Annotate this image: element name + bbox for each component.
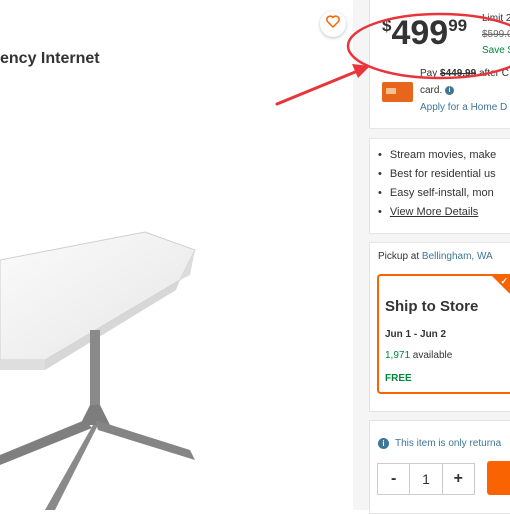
panel-divider (353, 0, 369, 510)
credit-offer-prefix: Pay (420, 68, 441, 79)
price-card: $49999 Limit 2 $599.0 Save $ Pay $449.99… (369, 0, 510, 129)
available-count: 1,971 (385, 350, 411, 361)
credit-card-text: card. i (420, 85, 455, 96)
pickup-location: Pickup at Bellingham, WA (378, 251, 493, 262)
price: $49999 (382, 14, 467, 53)
return-policy-text: This item is only returna (395, 438, 502, 450)
price-cents: 99 (448, 16, 468, 35)
info-icon[interactable]: i (445, 85, 455, 95)
was-price: $599.0 (482, 29, 510, 40)
price-currency: $ (382, 16, 392, 35)
delivery-dates: Jun 1 - Jun 2 (385, 329, 447, 340)
quantity-stepper: - 1 + (377, 463, 475, 495)
ship-to-store-title: Ship to Store (385, 298, 479, 315)
buy-box: $49999 Limit 2 $599.0 Save $ Pay $449.99… (369, 0, 510, 514)
highlight-item: Best for residential us (378, 168, 496, 187)
highlight-text: Easy self-install, mon (389, 187, 494, 199)
highlights-list: Stream movies, make Best for residential… (378, 149, 496, 225)
limit-text: Limit 2 (482, 13, 510, 24)
heart-icon (326, 15, 340, 33)
highlight-text: Best for residential us (389, 168, 496, 180)
ship-to-store-option[interactable]: ✓ Ship to Store Jun 1 - Jun 2 1,971 avai… (377, 274, 510, 394)
store-link[interactable]: Bellingham, WA (422, 251, 493, 262)
credit-offer: Pay $449.99 after C (420, 68, 509, 79)
credit-card-icon (382, 82, 413, 102)
view-more-details-link[interactable]: View More Details (378, 206, 496, 225)
info-icon[interactable]: i (378, 438, 389, 449)
increase-quantity-button[interactable]: + (443, 464, 474, 494)
available-label: available (410, 350, 453, 361)
price-dollars: 499 (391, 14, 449, 52)
apply-credit-link[interactable]: Apply for a Home D (420, 102, 507, 113)
highlight-text: Stream movies, make (389, 149, 497, 161)
pickup-prefix: Pickup at (378, 251, 422, 262)
decrease-quantity-button[interactable]: - (378, 464, 409, 494)
highlight-item: Easy self-install, mon (378, 187, 496, 206)
savings-text: Save $ (482, 45, 510, 56)
credit-offer-suffix: after C (476, 68, 509, 79)
credit-offer-price: $449.99 (440, 68, 477, 79)
check-icon: ✓ (500, 276, 508, 286)
shipping-cost: FREE (385, 373, 412, 384)
product-image (0, 231, 196, 510)
card-label: card. (420, 85, 443, 96)
view-more-details-label: View More Details (389, 206, 479, 218)
quantity-input[interactable]: 1 (409, 464, 443, 494)
highlights-card: Stream movies, make Best for residential… (369, 138, 510, 234)
highlight-item: Stream movies, make (378, 149, 496, 168)
return-policy: i This item is only returna (378, 438, 501, 449)
favorite-button[interactable] (320, 11, 346, 37)
availability: 1,971 available (385, 350, 452, 361)
product-media-panel: ency Internet (0, 0, 353, 510)
product-title: ency Internet (0, 50, 100, 67)
add-to-cart-button[interactable] (487, 461, 510, 495)
